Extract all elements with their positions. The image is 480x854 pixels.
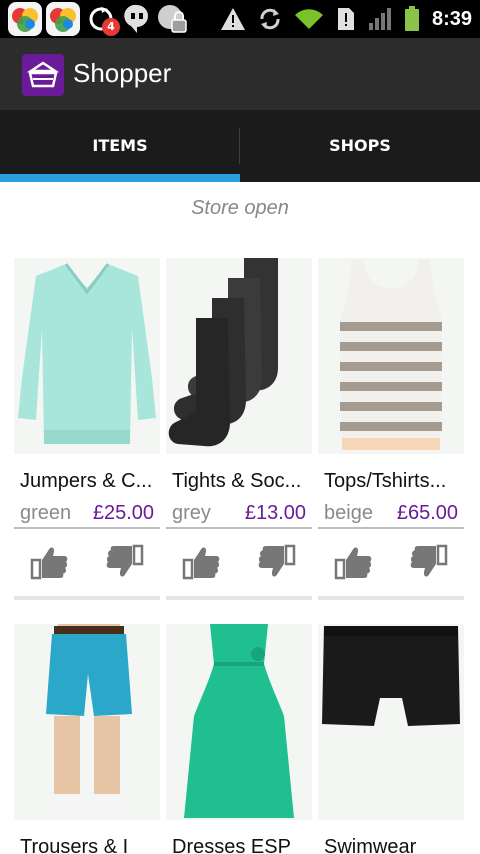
divider [14, 527, 160, 529]
thumbs-up-icon[interactable] [30, 542, 70, 582]
thumbs-down-icon[interactable] [408, 542, 448, 582]
store-status-text: Store open [191, 197, 289, 219]
selected-tab-indicator [0, 174, 240, 182]
product-price: £65.00 [396, 502, 458, 524]
status-bar: 4 8:39 [0, 0, 480, 38]
product-image[interactable] [14, 258, 160, 454]
product-title: Tights & Soc... [172, 470, 302, 492]
product-image[interactable] [166, 624, 312, 820]
sweater-icon [18, 263, 156, 444]
sim-card-alert-icon [337, 8, 354, 30]
product-title: Tops/Tshirts... [324, 470, 447, 492]
product-image[interactable] [166, 258, 312, 454]
product-color: green [20, 502, 72, 524]
wifi-icon [294, 9, 323, 29]
product-title: Jumpers & C... [20, 470, 153, 492]
product-title: Trousers & I [20, 836, 129, 854]
product-image[interactable] [318, 258, 464, 454]
product-title: Dresses ESP [172, 836, 291, 854]
socks-icon [168, 258, 278, 447]
thumbs-down-icon[interactable] [256, 542, 296, 582]
action-bar: Shopper [0, 38, 480, 110]
product-price: £25.00 [92, 502, 154, 524]
shorts-icon [44, 624, 132, 818]
vpn-lock-icon [156, 2, 188, 36]
product-color: beige [324, 502, 373, 524]
dress-icon [184, 624, 294, 818]
product-image[interactable] [14, 624, 160, 820]
card-bottom-edge [318, 596, 464, 600]
product-title: Swimwear [324, 836, 417, 854]
thumbs-down-icon[interactable] [104, 542, 144, 582]
sync-notification-icon: 4 [84, 2, 120, 36]
clock: 8:39 [431, 7, 472, 30]
thumbs-up-icon[interactable] [334, 542, 374, 582]
card-bottom-edge [14, 596, 160, 600]
tab-items[interactable]: ITEMS [0, 110, 240, 182]
shopper-logo-icon[interactable] [22, 54, 64, 96]
product-image[interactable] [318, 624, 464, 820]
product-color: grey [172, 502, 211, 524]
swim-shorts-icon [322, 626, 460, 726]
battery-icon [404, 6, 419, 31]
tab-bar: ITEMS SHOPS [0, 110, 480, 182]
app-title: Shopper [73, 58, 172, 88]
hangouts-icon [122, 2, 152, 36]
divider [166, 527, 312, 529]
card-bottom-edge [166, 596, 312, 600]
notification-app-icon [8, 2, 42, 36]
tank-top-icon [340, 260, 442, 450]
warning-icon [220, 8, 245, 30]
thumbs-up-icon[interactable] [182, 542, 222, 582]
tab-shops[interactable]: SHOPS [240, 110, 480, 182]
product-price: £13.00 [244, 502, 306, 524]
notification-count-badge: 4 [102, 18, 120, 36]
sync-icon [260, 8, 280, 30]
notification-app-icon [46, 2, 80, 36]
divider [318, 527, 464, 529]
signal-icon [368, 8, 391, 30]
